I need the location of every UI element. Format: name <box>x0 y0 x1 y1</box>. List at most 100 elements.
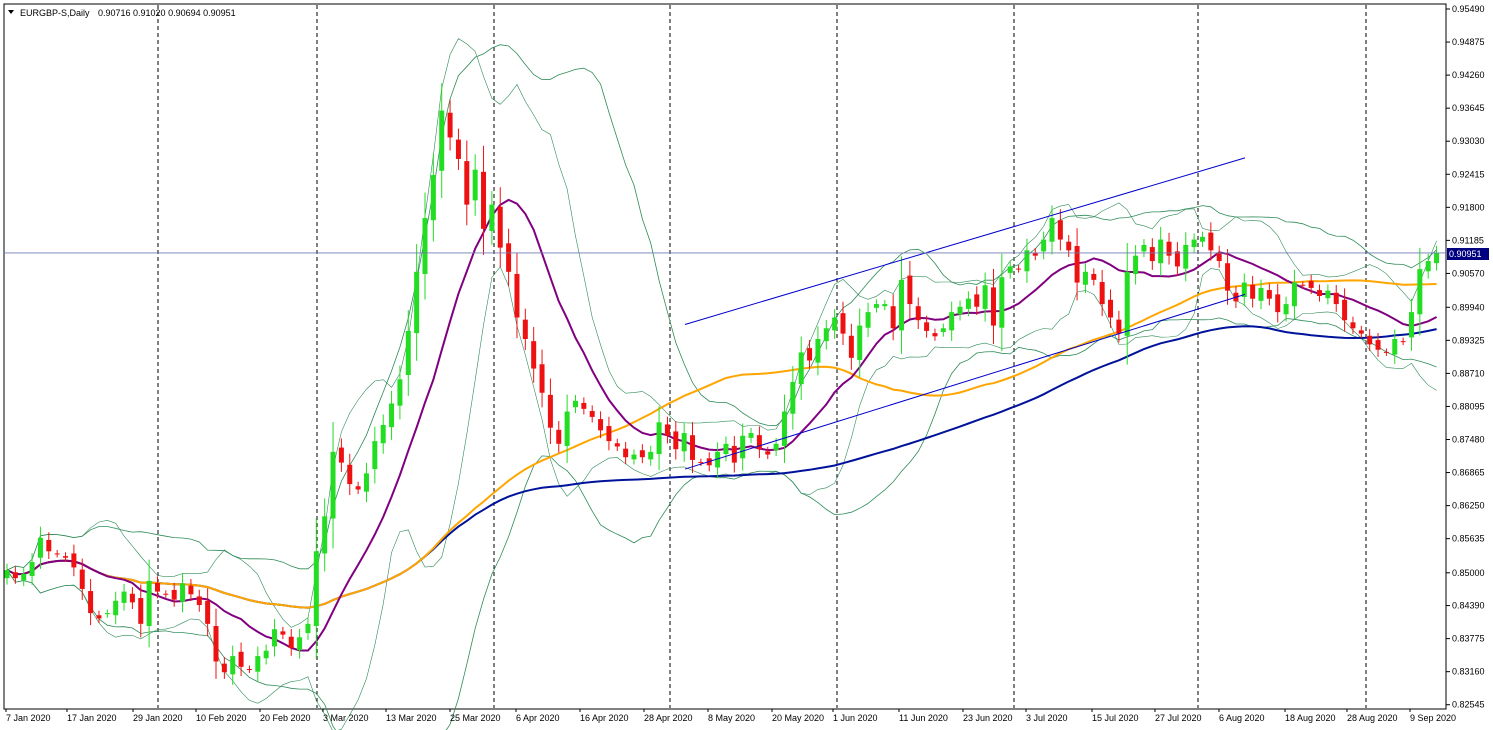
bear-candle-body <box>698 462 704 464</box>
bear-candle-body <box>581 402 587 409</box>
bear-candle-body <box>514 273 520 318</box>
bull-candle-body <box>1392 338 1398 355</box>
bear-candle-body <box>915 306 921 321</box>
bull-candle-body <box>773 443 779 451</box>
bear-candle-body <box>154 582 160 592</box>
bull-candle-body <box>4 570 10 579</box>
bull-candle-body <box>873 304 879 308</box>
bear-candle-body <box>1016 268 1022 270</box>
time-tick-label: 1 Jun 2020 <box>833 713 878 723</box>
bull-candle-body <box>1199 236 1205 242</box>
bear-candle-body <box>138 598 144 624</box>
bear-candle-body <box>506 243 512 272</box>
bear-candle-body <box>614 443 620 447</box>
bull-candle-body <box>380 424 386 444</box>
bear-candle-body <box>355 486 361 490</box>
price-tick-label: 0.82545 <box>1452 700 1485 710</box>
bear-candle-body <box>497 206 503 248</box>
bull-candle-body <box>1191 239 1197 248</box>
bear-candle-body <box>1383 351 1389 353</box>
price-tick-label: 0.89325 <box>1452 335 1485 345</box>
time-tick-label: 29 Jan 2020 <box>133 713 183 723</box>
bull-candle-body <box>1007 266 1013 273</box>
bear-candle-body <box>205 600 211 624</box>
bear-candle-body <box>464 161 470 205</box>
bull-candle-body <box>305 623 311 633</box>
bear-candle-body <box>1066 241 1072 251</box>
price-tick-label: 0.85635 <box>1452 534 1485 544</box>
bull-candle-body <box>422 218 428 274</box>
price-axis: 0.95490 0.94875 0.94260 0.93645 0.93030 0.924… <box>1446 4 1485 710</box>
bear-candle-body <box>54 553 60 555</box>
bull-candle-body <box>815 338 821 363</box>
bull-candle-body <box>857 325 863 360</box>
price-tick-label: 0.87480 <box>1452 434 1485 444</box>
time-tick-label: 20 May 2020 <box>772 713 824 723</box>
bull-candle-body <box>1258 287 1264 301</box>
bear-candle-body <box>848 335 854 358</box>
bear-candle-body <box>163 593 169 595</box>
bull-candle-body <box>748 433 754 438</box>
bull-candle-body <box>790 381 796 414</box>
bull-candle-body <box>1041 239 1047 252</box>
bull-candle-body <box>965 298 971 309</box>
bull-candle-body <box>1325 290 1331 299</box>
bear-candle-body <box>1400 341 1406 343</box>
time-tick-label: 17 Jan 2020 <box>67 713 117 723</box>
bull-candle-body <box>982 285 988 309</box>
bull-candle-body <box>397 379 403 406</box>
bull-candle-body <box>180 583 186 602</box>
time-tick-label: 18 Aug 2020 <box>1285 713 1336 723</box>
bull-candle-body <box>297 637 303 651</box>
price-tick-label: 0.92415 <box>1452 169 1485 179</box>
bull-candle-body <box>957 306 963 315</box>
bull-candle-body <box>648 451 654 460</box>
price-tick-label: 0.93030 <box>1452 136 1485 146</box>
bear-candle-body <box>539 364 545 393</box>
bull-candle-body <box>113 600 119 616</box>
bear-candle-body <box>1216 252 1222 262</box>
bull-candle-body <box>37 537 43 558</box>
time-tick-label: 15 Jul 2020 <box>1092 713 1139 723</box>
price-tick-label: 0.86250 <box>1452 501 1485 511</box>
time-tick-label: 13 Mar 2020 <box>386 713 437 723</box>
bull-candle-body <box>121 591 127 603</box>
bear-candle-body <box>481 171 487 229</box>
time-tick-label: 6 Apr 2020 <box>516 713 560 723</box>
time-tick-label: 3 Jul 2020 <box>1026 713 1068 723</box>
price-tick-label: 0.94260 <box>1452 70 1485 80</box>
bear-candle-body <box>1375 340 1381 350</box>
chart-canvas[interactable]: 0.95490 0.94875 0.94260 0.93645 0.93030 0.924… <box>0 0 1493 730</box>
bear-candle-body <box>455 139 461 159</box>
time-tick-label: 7 Jan 2020 <box>6 713 51 723</box>
bear-candle-body <box>46 540 52 552</box>
bear-candle-body <box>990 287 996 326</box>
bear-candle-body <box>12 572 18 579</box>
bull-candle-body <box>1158 239 1164 264</box>
bear-candle-body <box>88 591 94 614</box>
time-tick-label: 3 Mar 2020 <box>323 713 369 723</box>
time-tick-label: 9 Sep 2020 <box>1410 713 1456 723</box>
bear-candle-body <box>79 569 85 589</box>
price-tick-label: 0.91185 <box>1452 235 1484 245</box>
bear-candle-body <box>664 424 670 436</box>
bull-candle-body <box>1425 261 1431 272</box>
price-tick-label: 0.83775 <box>1452 634 1485 644</box>
time-tick-label: 23 Jun 2020 <box>963 713 1013 723</box>
bear-candle-body <box>765 451 771 455</box>
bear-candle-body <box>1308 280 1314 288</box>
bear-candle-body <box>1250 284 1256 299</box>
bear-candle-body <box>1266 290 1272 299</box>
bull-candle-body <box>1283 304 1289 315</box>
bear-candle-body <box>1317 290 1323 296</box>
time-axis: 7 Jan 2020 17 Jan 2020 29 Jan 2020 10 Feb 2… <box>5 709 1456 723</box>
bull-candle-body <box>322 516 328 554</box>
bear-candle-body <box>1174 251 1180 267</box>
bear-candle-body <box>673 431 679 450</box>
bear-candle-body <box>129 593 135 603</box>
time-tick-label: 25 Mar 2020 <box>450 713 501 723</box>
bull-candle-body <box>414 271 420 334</box>
current-price-badge: 0.90951 <box>1447 248 1489 260</box>
bull-candle-body <box>330 451 336 519</box>
bull-candle-body <box>439 110 445 171</box>
